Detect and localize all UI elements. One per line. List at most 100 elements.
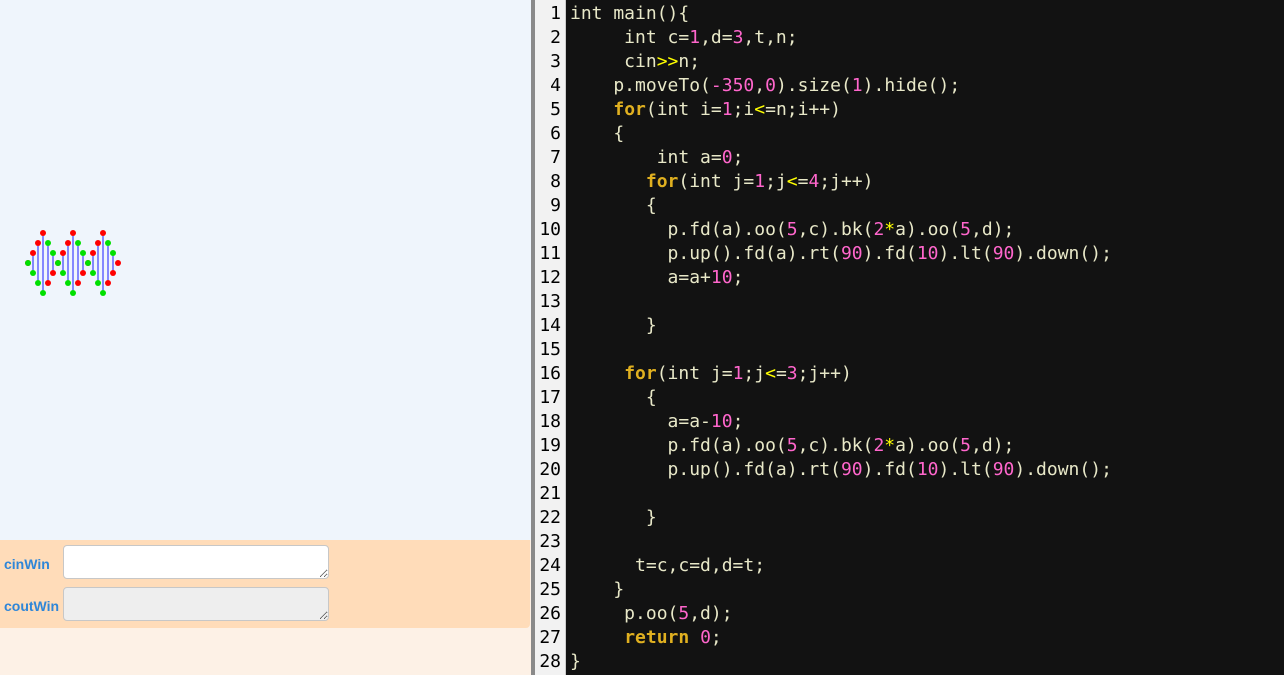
code-line: {	[570, 386, 657, 410]
code-token: ).down();	[1014, 243, 1112, 264]
line-number: 10	[539, 219, 561, 240]
helix-dot	[30, 250, 36, 256]
helix-dot	[110, 250, 116, 256]
code-token: 5	[960, 435, 972, 456]
code-line: cin>>n;	[570, 50, 700, 74]
code-line: p.fd(a).oo(5,c).bk(2*a).oo(5,d);	[570, 218, 1015, 242]
code-token: ).lt(	[938, 459, 993, 480]
line-number: 16	[539, 363, 561, 384]
helix-dot	[95, 240, 101, 246]
helix-dot	[75, 240, 81, 246]
io-box: cinWin coutWin	[0, 540, 530, 628]
code-token: int c=	[570, 27, 690, 48]
helix-dot	[40, 230, 46, 236]
code-token: 90	[840, 459, 863, 480]
code-token: 90	[840, 243, 863, 264]
line-number: 3	[550, 51, 561, 72]
code-line: t=c,c=d,d=t;	[570, 554, 765, 578]
code-line: int a=0;	[570, 146, 744, 170]
code-token: =	[797, 171, 809, 192]
helix-dot	[25, 260, 31, 266]
code-line: for(int j=1;j<=3;j++)	[570, 362, 852, 386]
helix-dot	[35, 240, 41, 246]
helix-dot	[105, 240, 111, 246]
helix-dot	[105, 280, 111, 286]
code-token: }	[570, 507, 657, 528]
code-token: ).hide();	[862, 75, 961, 96]
line-number: 20	[539, 459, 561, 480]
code-token: {	[570, 195, 657, 216]
code-token: ;j	[743, 363, 766, 384]
code-token: ;	[732, 267, 744, 288]
code-editor[interactable]: 1 2 3 4 5 6 7 8 9 10 11 12 13 14 15 16 17 18 19 20 21 22 23 24 2…	[535, 0, 1284, 675]
code-line: p.moveTo(-350,0).size(1).hide();	[570, 74, 960, 98]
code-token: ,	[754, 75, 766, 96]
line-number: 12	[539, 267, 561, 288]
code-token: 10	[710, 411, 733, 432]
helix-dot	[75, 280, 81, 286]
code-token: p.up().fd(a).rt(	[570, 243, 841, 264]
helix-dot	[55, 260, 61, 266]
helix-dot	[110, 270, 116, 276]
code-token: =n;i++)	[765, 99, 841, 120]
code-token: ).down();	[1014, 459, 1112, 480]
code-token: 3	[786, 363, 798, 384]
line-number: 7	[550, 147, 561, 168]
code-token: n;	[678, 51, 701, 72]
code-token: *	[884, 435, 896, 456]
code-token: ,c).bk(	[797, 435, 874, 456]
code-token: }	[570, 579, 625, 600]
code-token: p.oo(	[570, 603, 679, 624]
helix-dot	[30, 270, 36, 276]
helix-dot	[65, 280, 71, 286]
code-token: a).oo(	[895, 435, 961, 456]
code-token: >>	[656, 51, 679, 72]
helix-dot	[60, 250, 66, 256]
code-line: int c=1,d=3,t,n;	[570, 26, 797, 50]
line-number: 1	[550, 3, 561, 24]
io-panel: cinWin coutWin	[0, 540, 531, 675]
helix-dot	[50, 250, 56, 256]
code-token: ;j++)	[819, 171, 874, 192]
code-line: a=a+10;	[570, 266, 744, 290]
helix-dot	[100, 230, 106, 236]
code-token: ;	[710, 627, 722, 648]
code-token: 10	[916, 243, 939, 264]
code-line: return 0;	[570, 626, 722, 650]
code-token: 2	[873, 435, 885, 456]
code-token: 0	[721, 147, 733, 168]
cin-input[interactable]	[63, 545, 329, 579]
line-number: 26	[539, 603, 561, 624]
code-token: ,d);	[971, 435, 1015, 456]
code-token: =	[775, 363, 787, 384]
code-token: 0	[765, 75, 776, 96]
helix-dot	[35, 280, 41, 286]
code-token: <	[754, 99, 766, 120]
line-number: 4	[550, 75, 561, 96]
code-token: 1	[689, 27, 701, 48]
line-number: 9	[550, 195, 561, 216]
code-token: 5	[786, 435, 798, 456]
cout-output[interactable]	[63, 587, 329, 621]
line-number: 21	[539, 483, 561, 504]
code-line: p.fd(a).oo(5,c).bk(2*a).oo(5,d);	[570, 434, 1015, 458]
line-number: 22	[539, 507, 561, 528]
line-number: 2	[550, 27, 561, 48]
code-token: a=a-	[570, 411, 711, 432]
code-token: ;i	[732, 99, 755, 120]
code-token: int a=	[570, 147, 722, 168]
line-number: 25	[539, 579, 561, 600]
code-line: int main(){	[570, 2, 689, 26]
code-token: p.up().fd(a).rt(	[570, 459, 841, 480]
code-token: 1	[721, 99, 733, 120]
line-number: 28	[539, 651, 561, 672]
code-line: }	[570, 314, 657, 338]
code-token: 1	[732, 363, 744, 384]
line-number: 13	[539, 291, 561, 312]
line-number: 15	[539, 339, 561, 360]
helix-dot	[60, 270, 66, 276]
